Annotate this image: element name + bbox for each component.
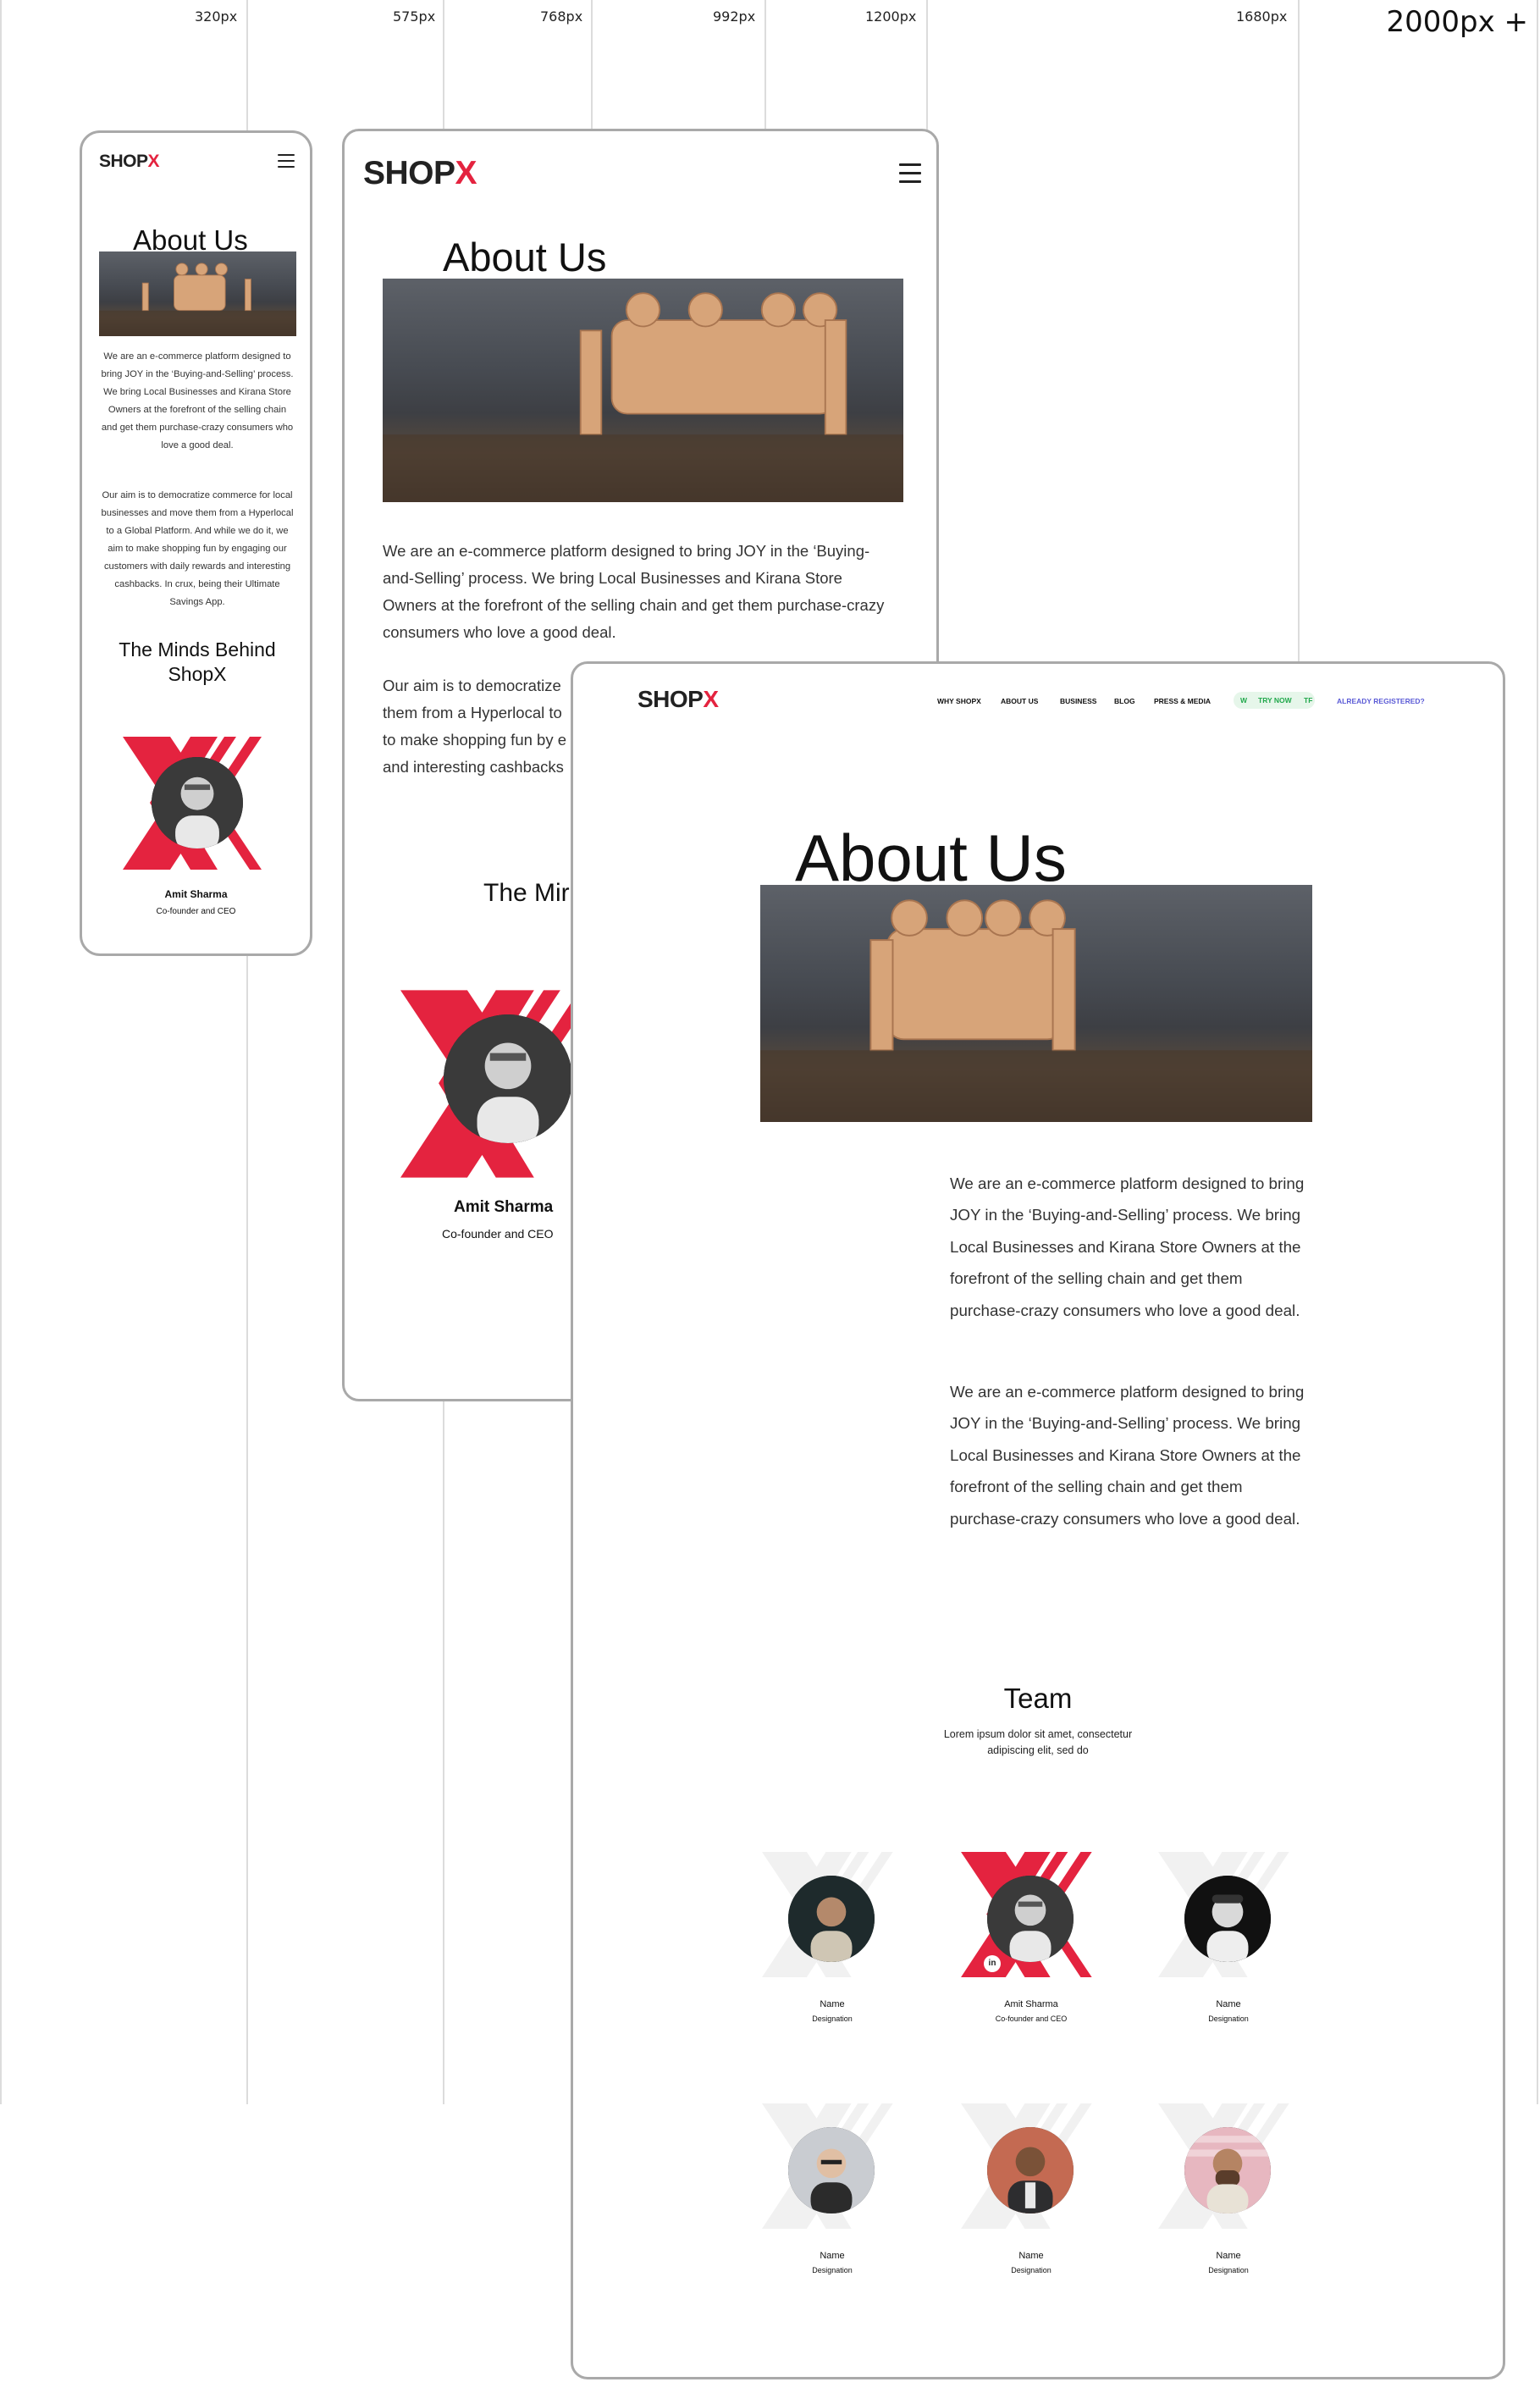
nav-item-blog[interactable]: BLOG — [1114, 697, 1135, 705]
logo-text: SHOP — [363, 155, 455, 191]
logo-x: X — [703, 686, 719, 712]
member-role: Designation — [812, 2266, 853, 2274]
desktop-about-image — [760, 885, 1312, 1122]
mobile-ceo-role: Co-founder and CEO — [156, 907, 236, 916]
nav-item-about-us[interactable]: ABOUT US — [1001, 697, 1038, 705]
breakpoint-label-768: 768px — [540, 8, 583, 25]
tablet-para-2-line-1: Our aim is to democratize — [383, 677, 561, 694]
breakpoint-label-1680: 1680px — [1236, 8, 1288, 25]
tablet-about-image — [383, 279, 903, 502]
team-member-card: Name Designation — [761, 1852, 903, 2038]
desktop-para-2: We are an e-commerce platform designed t… — [950, 1383, 1305, 1528]
member-role: Co-founder and CEO — [995, 2014, 1068, 2023]
guide-line-max — [1537, 0, 1538, 2104]
member-name: Name — [1216, 1999, 1241, 2009]
tablet-para-1: We are an e-commerce platform designed t… — [383, 542, 885, 641]
breakpoint-label-575: 575px — [393, 8, 436, 25]
member-avatar — [788, 2127, 875, 2213]
tablet-ceo-role: Co-founder and CEO — [442, 1227, 554, 1241]
tablet-ceo-name: Amit Sharma — [454, 1198, 554, 1216]
member-name: Amit Sharma — [1004, 1999, 1058, 2009]
menu-icon[interactable] — [278, 154, 295, 168]
desktop-para-1: We are an e-commerce platform designed t… — [950, 1174, 1305, 1319]
mobile-para-2: Our aim is to democratize commerce for l… — [101, 490, 294, 607]
tablet-about-title: About Us — [443, 235, 607, 279]
already-registered-link[interactable]: ALREADY REGISTERED? — [1337, 697, 1425, 705]
member-avatar — [1184, 2127, 1271, 2213]
member-name: Name — [1018, 2251, 1044, 2261]
try-now-pill[interactable]: W TRY NOW TF — [1234, 692, 1315, 709]
tablet-logo[interactable]: SHOPX — [363, 155, 477, 192]
member-role: Designation — [1208, 2014, 1249, 2023]
team-member-card: Name Designation — [960, 2103, 1102, 2290]
desktop-logo[interactable]: SHOPX — [638, 686, 719, 713]
desktop-frame: SHOPX WHY SHOPX ABOUT US BUSINESS BLOG P… — [571, 661, 1505, 2379]
guide-line-320 — [0, 0, 2, 2104]
member-name: Name — [820, 1999, 845, 2009]
member-role: Designation — [1011, 2266, 1052, 2274]
team-member-card-ceo: in Amit Sharma Co-founder and CEO — [960, 1852, 1102, 2038]
member-avatar — [1184, 1876, 1271, 1962]
team-heading: Team — [1003, 1683, 1073, 1714]
nav-item-business[interactable]: BUSINESS — [1060, 697, 1096, 705]
team-subtitle-line-1: Lorem ipsum dolor sit amet, consectetur — [943, 1728, 1133, 1740]
tablet-para-2-line-2: them from a Hyperlocal to — [383, 704, 562, 721]
mobile-ceo-name: Amit Sharma — [164, 888, 228, 900]
try-now-right: TF — [1304, 696, 1313, 705]
breakpoint-label-1200: 1200px — [865, 8, 917, 25]
member-role: Designation — [1208, 2266, 1249, 2274]
logo-text: SHOP — [638, 686, 704, 712]
logo-text: SHOP — [99, 152, 148, 171]
member-role: Designation — [812, 2014, 853, 2023]
linkedin-icon[interactable]: in — [984, 1955, 1001, 1972]
menu-icon[interactable] — [899, 163, 921, 183]
tablet-para-2-line-3: to make shopping fun by e — [383, 731, 567, 749]
ceo-avatar — [987, 1876, 1074, 1962]
tablet-para-2-line-4: and interesting cashbacks — [383, 758, 564, 776]
ceo-avatar — [444, 1014, 572, 1143]
mobile-about-image — [99, 251, 296, 336]
team-subtitle-line-2: adipiscing elit, sed do — [987, 1744, 1089, 1756]
mobile-minds-heading: The Minds Behind ShopX — [119, 638, 276, 685]
logo-x: X — [455, 155, 477, 191]
team-member-card: Name Designation — [761, 2103, 903, 2290]
tablet-minds-heading: The Mir — [483, 879, 570, 907]
mobile-para-1: We are an e-commerce platform designed t… — [101, 351, 294, 450]
member-avatar — [788, 1876, 875, 1962]
nav-item-press-media[interactable]: PRESS & MEDIA — [1154, 697, 1211, 705]
team-member-card: Name Designation — [1157, 2103, 1300, 2290]
team-member-card: Name Designation — [1157, 1852, 1300, 2038]
try-now-label: TRY NOW — [1258, 696, 1292, 705]
mobile-logo[interactable]: SHOPX — [99, 152, 160, 172]
breakpoint-label-992: 992px — [713, 8, 756, 25]
nav-item-why-shopx[interactable]: WHY SHOPX — [937, 697, 981, 705]
mobile-frame: SHOPX About Us We are an e-commerce plat… — [80, 130, 312, 956]
ceo-avatar — [152, 757, 243, 848]
breakpoint-label-2000: 2000px + — [1386, 5, 1528, 39]
member-name: Name — [820, 2251, 845, 2261]
try-now-left: W — [1240, 696, 1248, 705]
member-name: Name — [1216, 2251, 1241, 2261]
logo-x: X — [147, 152, 160, 171]
member-avatar — [987, 2127, 1074, 2213]
breakpoint-label-320: 320px — [195, 8, 238, 25]
